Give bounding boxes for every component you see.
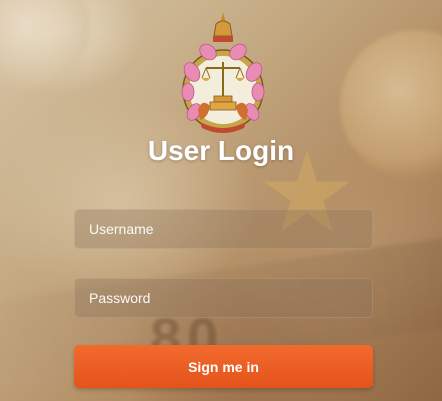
login-panel: User Login Sign me in <box>0 0 442 401</box>
sign-in-button[interactable]: Sign me in <box>74 345 373 388</box>
username-input[interactable] <box>74 209 373 249</box>
password-input[interactable] <box>74 278 373 318</box>
government-emblem-icon <box>181 12 265 133</box>
page-title: User Login <box>147 135 295 166</box>
